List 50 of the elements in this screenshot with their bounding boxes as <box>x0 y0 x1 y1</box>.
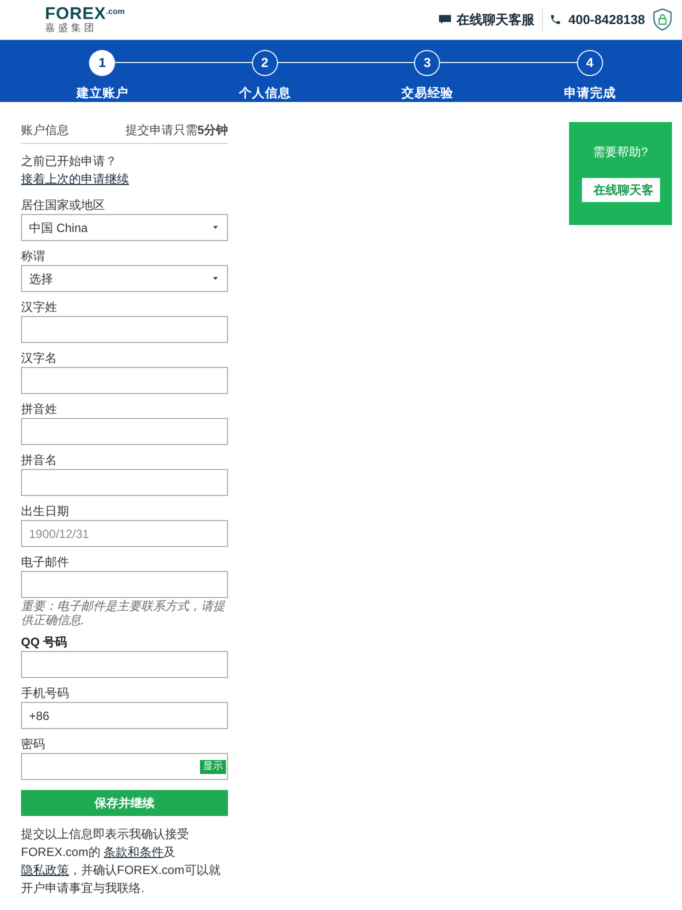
text-field[interactable] <box>21 367 228 394</box>
section-title: 账户信息 <box>21 122 69 139</box>
help-title: 需要帮助? <box>593 144 648 160</box>
live-chat-button[interactable]: 在线聊天客 <box>582 178 660 202</box>
step-label: 个人信息 <box>238 85 291 101</box>
caret-down-icon <box>213 226 218 229</box>
step-label: 建立账户 <box>76 85 128 101</box>
inline-link[interactable]: 隐私政策 <box>21 863 69 877</box>
step-number: 3 <box>414 50 440 76</box>
field-label: 电子邮件 <box>21 554 70 571</box>
step-number: 4 <box>576 50 603 76</box>
phone-icon <box>551 15 560 24</box>
text-field[interactable]: 1900/12/31 <box>21 520 228 547</box>
inline-link[interactable]: 接着上次的申请继续 <box>21 172 129 186</box>
field-label: 密码 <box>21 736 46 753</box>
select-field[interactable]: 中国 China <box>21 214 228 241</box>
field-label: 拼音名 <box>21 452 58 469</box>
text-field[interactable] <box>21 316 228 343</box>
select-field[interactable]: 选择 <box>21 265 228 292</box>
chat-bubble-icon <box>439 15 452 24</box>
step-label: 交易经验 <box>401 85 454 101</box>
shield-lock-icon <box>653 8 672 31</box>
resume-text: 之前已开始申请？ 接着上次的申请继续 <box>21 153 130 188</box>
field-label: 居住国家或地区 <box>21 197 106 214</box>
text-field[interactable] <box>21 571 228 598</box>
logo-suffix: .com <box>106 7 125 17</box>
caret-down-icon <box>213 277 218 280</box>
field-label: 汉字名 <box>21 350 58 367</box>
logo-subtitle: 嘉盛集团 <box>45 23 98 34</box>
text-field[interactable]: +86 <box>21 702 228 729</box>
consent-text: 提交以上信息即表示我确认接受FOREX.com的 条款和条件及 隐私政策，并确认FOREX.com可以就开户申请事宜与我联络. <box>21 826 222 897</box>
field-label: 汉字姓 <box>21 299 58 316</box>
text-field[interactable] <box>21 469 228 496</box>
text-field[interactable] <box>21 651 228 678</box>
field-hint: 重要：电子邮件是主要联系方式，请提供正确信息. <box>21 598 226 627</box>
phone-number: 400-8428138 <box>568 10 645 29</box>
password-field[interactable] <box>21 753 228 780</box>
field-label: 拼音姓 <box>21 401 58 418</box>
field-label: 称谓 <box>21 248 46 265</box>
field-label: QQ 号码 <box>21 634 68 651</box>
step-number: 1 <box>89 50 116 76</box>
text-field[interactable] <box>21 418 228 445</box>
field-label: 手机号码 <box>21 685 70 702</box>
step-label: 申请完成 <box>564 85 616 101</box>
step-number: 2 <box>252 50 278 76</box>
live-chat-link[interactable]: 在线聊天客服 <box>439 10 534 30</box>
duration-note: 提交申请只需5分钟 <box>125 122 228 139</box>
logo-wordmark: FOREX <box>45 5 106 23</box>
inline-link[interactable]: 条款和条件 <box>104 845 164 859</box>
field-label: 出生日期 <box>21 503 70 520</box>
